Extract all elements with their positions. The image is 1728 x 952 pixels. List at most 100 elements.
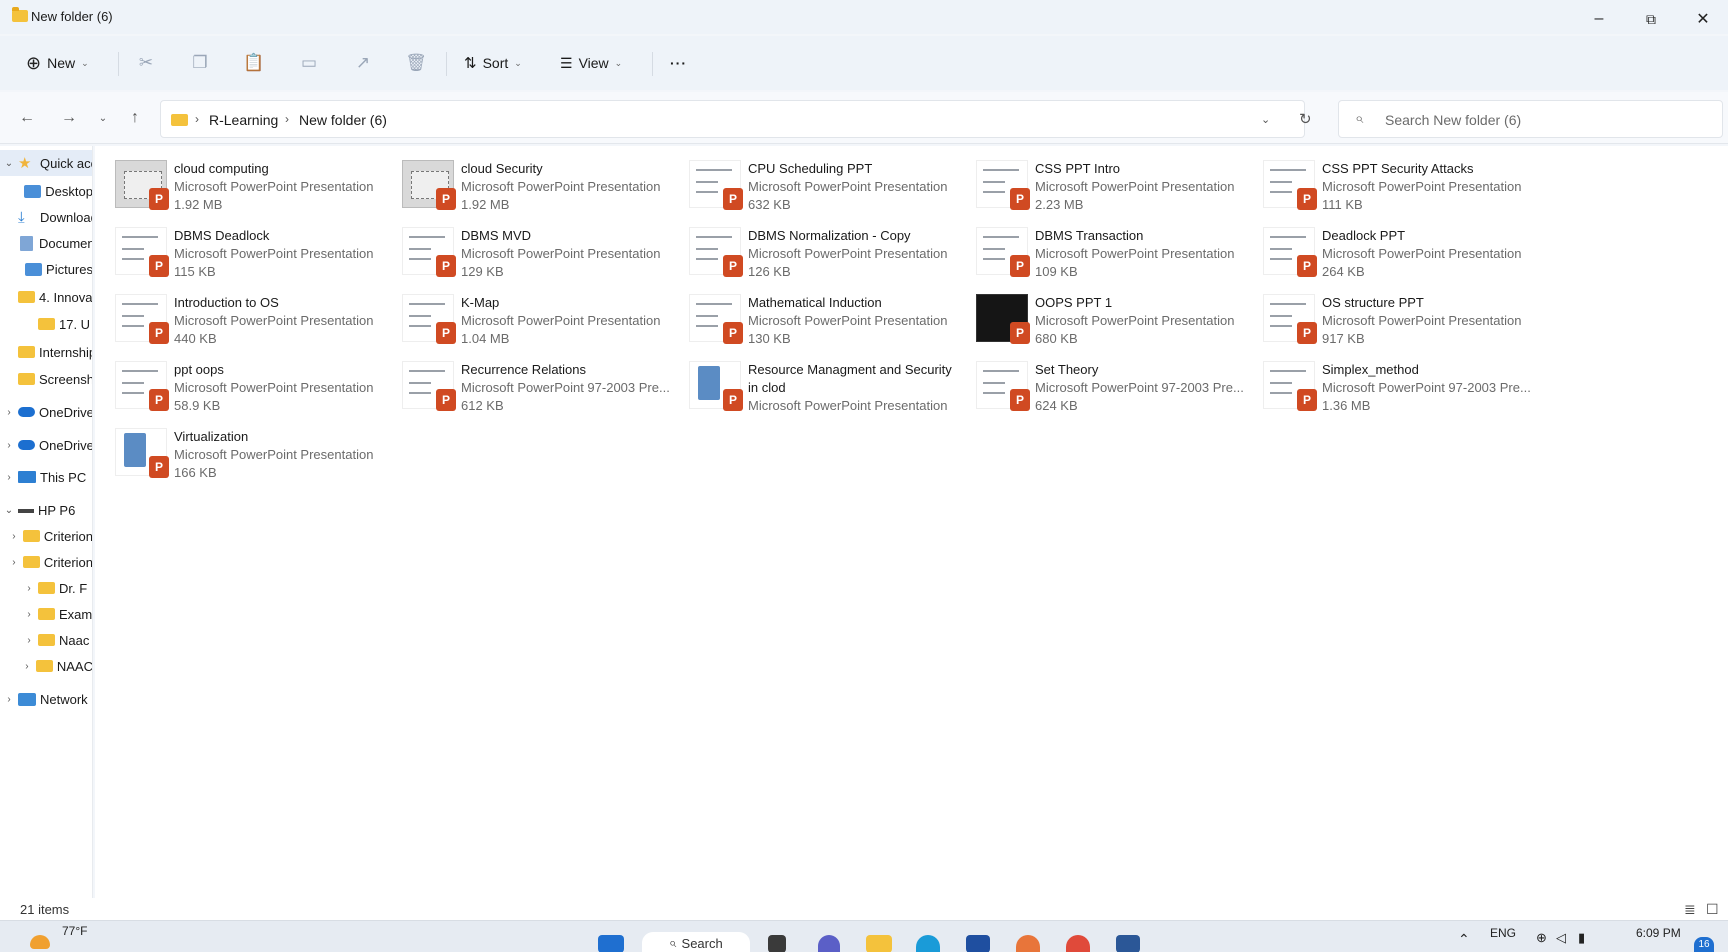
sidebar-item-downloads[interactable]: ⤓ Downloads (0, 204, 92, 230)
chevron-right-icon[interactable]: › (20, 583, 38, 594)
chevron-right-icon[interactable]: › (20, 609, 38, 620)
rename-icon[interactable]: ▭ (294, 48, 324, 78)
breadcrumb-r-learning[interactable]: R-Learning (209, 112, 278, 128)
chevron-right-icon[interactable]: › (5, 531, 23, 542)
restore-button[interactable]: ⧉ (1628, 4, 1674, 34)
new-button[interactable]: ⊕ New ⌄ (20, 47, 95, 79)
paste-icon[interactable]: 📋 (239, 48, 269, 78)
file-item[interactable]: P DBMS Transaction Microsoft PowerPoint Pr… (976, 227, 1258, 289)
chevron-down-icon[interactable]: ⌄ (1261, 113, 1270, 126)
copy-icon[interactable]: ❐ (185, 48, 215, 78)
share-icon[interactable]: ↗ (348, 48, 378, 78)
search-box[interactable]: ⌕ Search New folder (6) (1338, 100, 1723, 138)
file-item[interactable]: P DBMS MVD Microsoft PowerPoint Presentati… (402, 227, 684, 289)
sidebar-item-quick-access[interactable]: ⌄ ★ Quick access (0, 150, 92, 176)
file-item[interactable]: Pppt oops Microsoft PowerPoint Presentati… (115, 361, 397, 423)
file-item[interactable]: Pcloud Security Microsoft PowerPoint Pres… (402, 160, 684, 222)
chevron-right-icon[interactable]: › (18, 661, 36, 672)
battery-icon[interactable]: ▮ (1578, 930, 1585, 946)
sidebar-item-network[interactable]: › Network (0, 686, 92, 712)
sidebar-item-folder[interactable]: › Dr. F (0, 575, 92, 601)
weather-temperature[interactable]: 77°F (62, 924, 87, 938)
chevron-right-icon[interactable]: › (0, 472, 18, 483)
file-item[interactable]: P Mathematical Induction Microsoft PowerPo… (689, 294, 971, 356)
file-item[interactable]: P Resource Managment and Security in clod M… (689, 361, 971, 423)
delete-icon[interactable]: 🗑 (401, 48, 431, 78)
chevron-down-icon[interactable]: ⌄ (0, 505, 18, 516)
file-item[interactable]: P DBMS Deadlock Microsoft PowerPoint Prese… (115, 227, 397, 289)
chevron-down-icon[interactable]: ⌄ (0, 158, 18, 169)
sidebar-item-folder[interactable]: › NAAC (0, 653, 92, 679)
file-item[interactable]: P K-Map Microsoft PowerPoint Presentation 1… (402, 294, 684, 356)
forward-icon[interactable]: → (56, 106, 82, 130)
sidebar-item-documents[interactable]: Documents (0, 230, 92, 256)
file-item[interactable]: P CPU Scheduling PPT Microsoft PowerPoint … (689, 160, 971, 222)
sidebar-item-folder[interactable]: › Criterion (0, 523, 92, 549)
taskbar-search[interactable]: ⌕ Search (642, 932, 750, 952)
up-icon[interactable]: ↑ (122, 106, 148, 130)
chrome-icon[interactable] (1066, 935, 1090, 952)
task-view-icon[interactable] (768, 935, 786, 952)
sidebar-item-drive[interactable]: ⌄ HP P6 (0, 497, 92, 523)
store-icon[interactable] (966, 935, 990, 952)
start-icon[interactable] (598, 935, 624, 952)
teams-icon[interactable] (818, 935, 840, 952)
file-item[interactable]: P Deadlock PPT Microsoft PowerPoint Presen… (1263, 227, 1545, 289)
file-item[interactable]: P OS structure PPT Microsoft PowerPoint Pr… (1263, 294, 1545, 356)
sidebar-item-folder[interactable]: Screenshots (0, 366, 92, 392)
file-item[interactable]: P CSS PPT Intro Microsoft PowerPoint Prese… (976, 160, 1258, 222)
sidebar-item-onedrive[interactable]: › OneDrive (0, 432, 92, 458)
file-item[interactable]: P DBMS Normalization - Copy Microsoft Powe… (689, 227, 971, 289)
chevron-right-icon[interactable]: › (0, 440, 18, 451)
file-item[interactable]: P Introduction to OS Microsoft PowerPoint … (115, 294, 397, 356)
details-view-icon[interactable]: ≣ (1684, 901, 1696, 918)
weather-icon[interactable] (30, 935, 50, 949)
file-item[interactable]: P Set Theory Microsoft PowerPoint 97-2003 … (976, 361, 1258, 423)
more-options-button[interactable]: ··· (664, 47, 693, 79)
recent-locations-icon[interactable]: ⌄ (90, 106, 116, 130)
clock-time[interactable]: 6:09 PM (1636, 926, 1681, 940)
chevron-right-icon[interactable]: › (0, 407, 18, 418)
file-type: Microsoft PowerPoint Presentation (1035, 179, 1235, 194)
sidebar-item-folder[interactable]: 17. U (0, 311, 92, 337)
breadcrumb-current-folder[interactable]: New folder (6) (299, 112, 387, 128)
sidebar-item-this-pc[interactable]: › This PC (0, 464, 92, 490)
file-item[interactable]: P OOPS PPT 1 Microsoft PowerPoint Presenta… (976, 294, 1258, 356)
sidebar-item-folder[interactable]: 4. Innovative (0, 284, 92, 310)
sidebar-item-desktop[interactable]: Desktop (0, 178, 92, 204)
sort-button[interactable]: ⇅ Sort ⌄ (458, 47, 528, 79)
file-size: 1.92 MB (174, 197, 223, 212)
volume-icon[interactable]: ◁ (1556, 930, 1566, 946)
edge-icon[interactable] (916, 935, 940, 952)
sidebar-item-folder[interactable]: › Naac (0, 627, 92, 653)
address-bar[interactable]: › R-Learning › New folder (6) ⌄ ↻ (160, 100, 1312, 138)
refresh-icon[interactable]: ↻ (1299, 110, 1312, 128)
sidebar-item-folder[interactable]: › Criterion (0, 549, 92, 575)
cut-icon[interactable]: ✂ (131, 48, 161, 78)
file-explorer-icon[interactable] (866, 935, 892, 952)
sidebar-item-pictures[interactable]: Pictures (0, 256, 92, 282)
sidebar-item-folder[interactable]: Internship (0, 339, 92, 365)
file-item[interactable]: P Simplex_method Microsoft PowerPoint 97-2… (1263, 361, 1545, 423)
large-icons-view-icon[interactable]: ☐ (1706, 901, 1719, 918)
notification-badge[interactable]: 16 (1694, 937, 1714, 952)
language-indicator[interactable]: ENG (1490, 926, 1516, 940)
chevron-right-icon[interactable]: › (0, 694, 18, 705)
file-item[interactable]: P CSS PPT Security Attacks Microsoft Power… (1263, 160, 1545, 222)
chevron-right-icon[interactable]: › (5, 557, 23, 568)
sidebar-item-folder[interactable]: › Exam (0, 601, 92, 627)
minimize-button[interactable]: – (1576, 4, 1622, 34)
back-icon[interactable]: ← (14, 106, 40, 130)
word-icon[interactable] (1116, 935, 1140, 952)
close-button[interactable]: ✕ (1680, 4, 1726, 34)
search-input[interactable]: Search New folder (6) (1385, 112, 1521, 128)
network-icon[interactable]: ⊕ (1536, 930, 1547, 946)
sidebar-item-onedrive[interactable]: › OneDrive (0, 399, 92, 425)
firefox-icon[interactable] (1016, 935, 1040, 952)
chevron-right-icon[interactable]: › (20, 635, 38, 646)
file-item[interactable]: Pcloud computing Microsoft PowerPoint Pre… (115, 160, 397, 222)
chevron-up-icon[interactable]: ⌃ (1458, 931, 1470, 948)
file-item[interactable]: P Virtualization Microsoft PowerPoint Pres… (115, 428, 397, 490)
file-item[interactable]: P Recurrence Relations Microsoft PowerPoin… (402, 361, 684, 423)
view-button[interactable]: ☰ View ⌄ (554, 47, 628, 79)
